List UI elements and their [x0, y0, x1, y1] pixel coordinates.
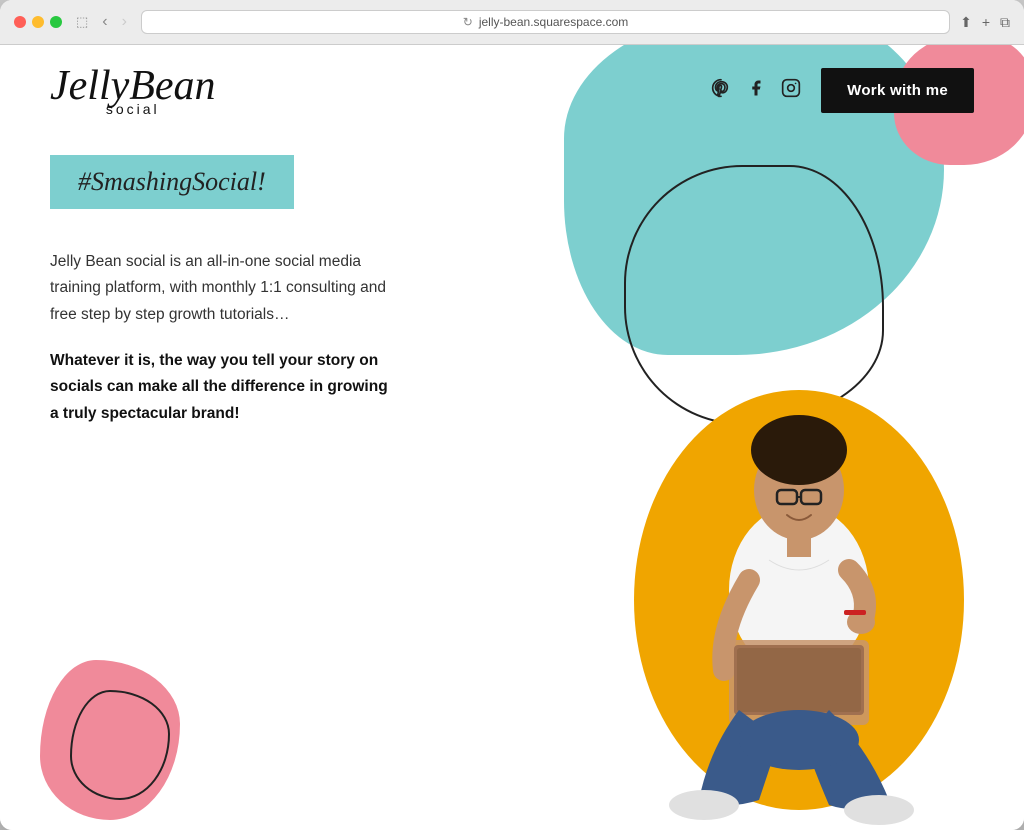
- address-bar[interactable]: ↻ jelly-bean.squarespace.com: [141, 10, 950, 34]
- hashtag-badge: #SmashingSocial!: [50, 155, 294, 209]
- browser-window: ⬚ ‹ › ↻ jelly-bean.squarespace.com ⬆ + ⧉: [0, 0, 1024, 830]
- nav-back[interactable]: ‹: [98, 11, 111, 33]
- hero-bold-text: Whatever it is, the way you tell your st…: [50, 348, 390, 427]
- pinterest-icon[interactable]: [711, 78, 731, 103]
- page-content: JellyBean social: [0, 45, 1024, 830]
- traffic-lights: [14, 16, 62, 28]
- site-header: JellyBean social: [0, 45, 1024, 136]
- browser-chrome: ⬚ ‹ › ↻ jelly-bean.squarespace.com ⬆ + ⧉: [0, 0, 1024, 45]
- nav-right: Work with me: [711, 68, 974, 113]
- url-text: jelly-bean.squarespace.com: [479, 15, 628, 29]
- close-button[interactable]: [14, 16, 26, 28]
- new-tab-icon[interactable]: +: [982, 14, 990, 31]
- hero-body-text: Jelly Bean social is an all-in-one socia…: [50, 249, 390, 328]
- browser-nav-controls: ⬚ ‹ ›: [72, 11, 131, 33]
- work-with-me-button[interactable]: Work with me: [821, 68, 974, 113]
- main-content: #SmashingSocial! Jelly Bean social is an…: [50, 155, 530, 427]
- hero-person-image: [614, 330, 984, 830]
- nav-forward[interactable]: ›: [118, 11, 131, 33]
- back-button[interactable]: ⬚: [72, 12, 92, 32]
- facebook-icon[interactable]: [747, 78, 765, 103]
- maximize-button[interactable]: [50, 16, 62, 28]
- refresh-icon: ↻: [463, 15, 473, 29]
- site-logo: JellyBean social: [50, 65, 216, 116]
- social-icons: [711, 78, 801, 103]
- share-icon[interactable]: ⬆: [960, 14, 972, 31]
- person-svg: [629, 350, 969, 830]
- minimize-button[interactable]: [32, 16, 44, 28]
- instagram-icon[interactable]: [781, 78, 801, 103]
- hashtag-text: #SmashingSocial!: [78, 167, 266, 196]
- tabs-icon[interactable]: ⧉: [1000, 14, 1010, 31]
- browser-actions: ⬆ + ⧉: [960, 14, 1010, 31]
